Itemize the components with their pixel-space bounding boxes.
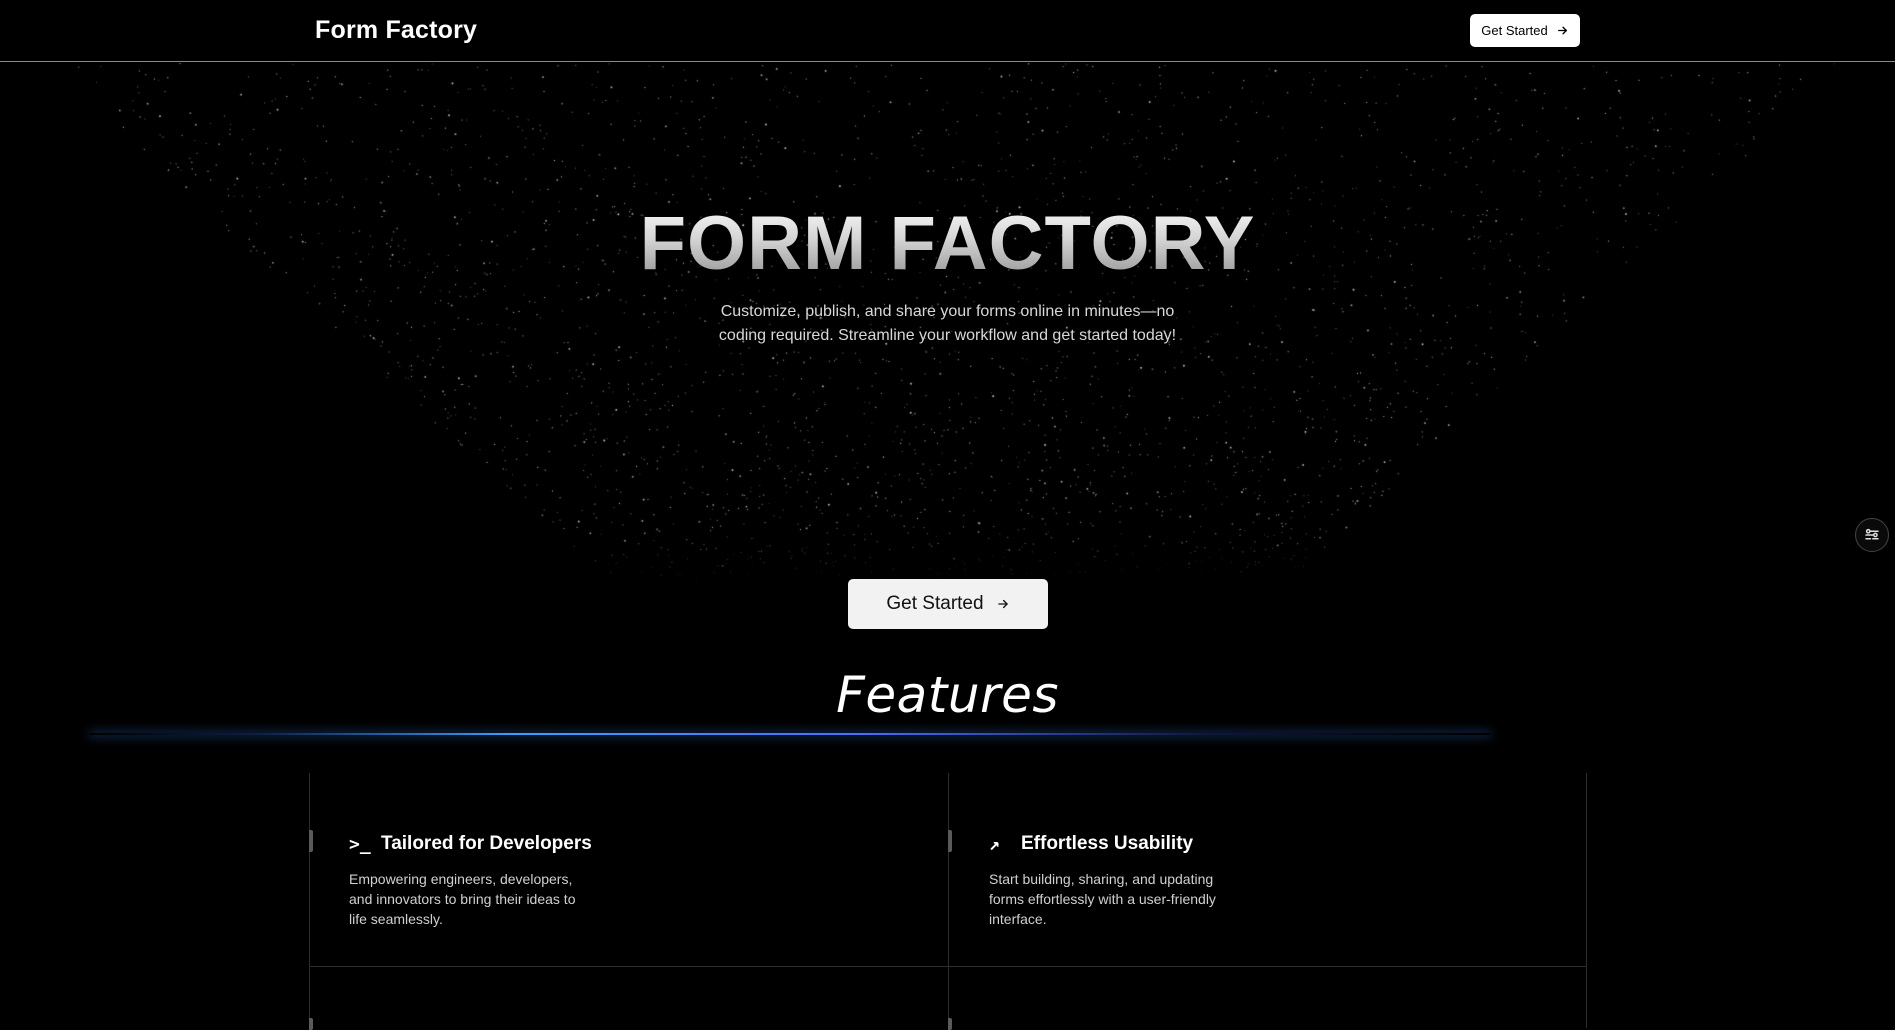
feature-card: >_ Tailored for Developers Empowering en… <box>349 833 809 929</box>
feature-description: Empowering engineers, developers, and in… <box>349 871 576 927</box>
settings-sliders-icon <box>1865 528 1879 540</box>
grid-line <box>309 966 1587 967</box>
features-grid: >_ Tailored for Developers Empowering en… <box>309 773 1587 1030</box>
feature-title: Effortless Usability <box>1021 833 1194 854</box>
hero-title: FORM FACTORY <box>0 200 1895 287</box>
brand-logo-text[interactable]: Form Factory <box>315 16 477 45</box>
top-navbar: Form Factory Get Started <box>0 0 1895 62</box>
feature-accent-marker <box>948 1018 952 1030</box>
feature-description: Start building, sharing, and updating fo… <box>989 871 1216 927</box>
grid-line <box>1586 773 1587 1028</box>
feature-title: Tailored for Developers <box>381 833 592 854</box>
terminal-icon: >_ <box>349 833 371 855</box>
hero-subtitle: Customize, publish, and share your forms… <box>718 303 1177 344</box>
hero-get-started-label: Get Started <box>886 593 984 614</box>
grid-line <box>948 773 949 1028</box>
feature-card: ↗ Effortless Usability Start building, s… <box>989 833 1449 929</box>
arrow-right-icon <box>1557 26 1567 35</box>
grid-line <box>309 773 310 1028</box>
arrow-right-icon <box>997 599 1008 609</box>
feature-accent-marker <box>948 830 952 852</box>
hero-get-started-button[interactable]: Get Started <box>848 579 1048 629</box>
feature-accent-marker <box>309 830 313 852</box>
features-glow-divider <box>90 733 1490 735</box>
feature-accent-marker <box>309 1018 313 1030</box>
header-get-started-button[interactable]: Get Started <box>1470 14 1580 47</box>
floating-settings-button[interactable] <box>1855 518 1889 552</box>
arrow-up-right-icon: ↗ <box>989 833 1000 855</box>
header-get-started-label: Get Started <box>1481 23 1548 38</box>
features-heading: Features <box>836 666 1059 724</box>
